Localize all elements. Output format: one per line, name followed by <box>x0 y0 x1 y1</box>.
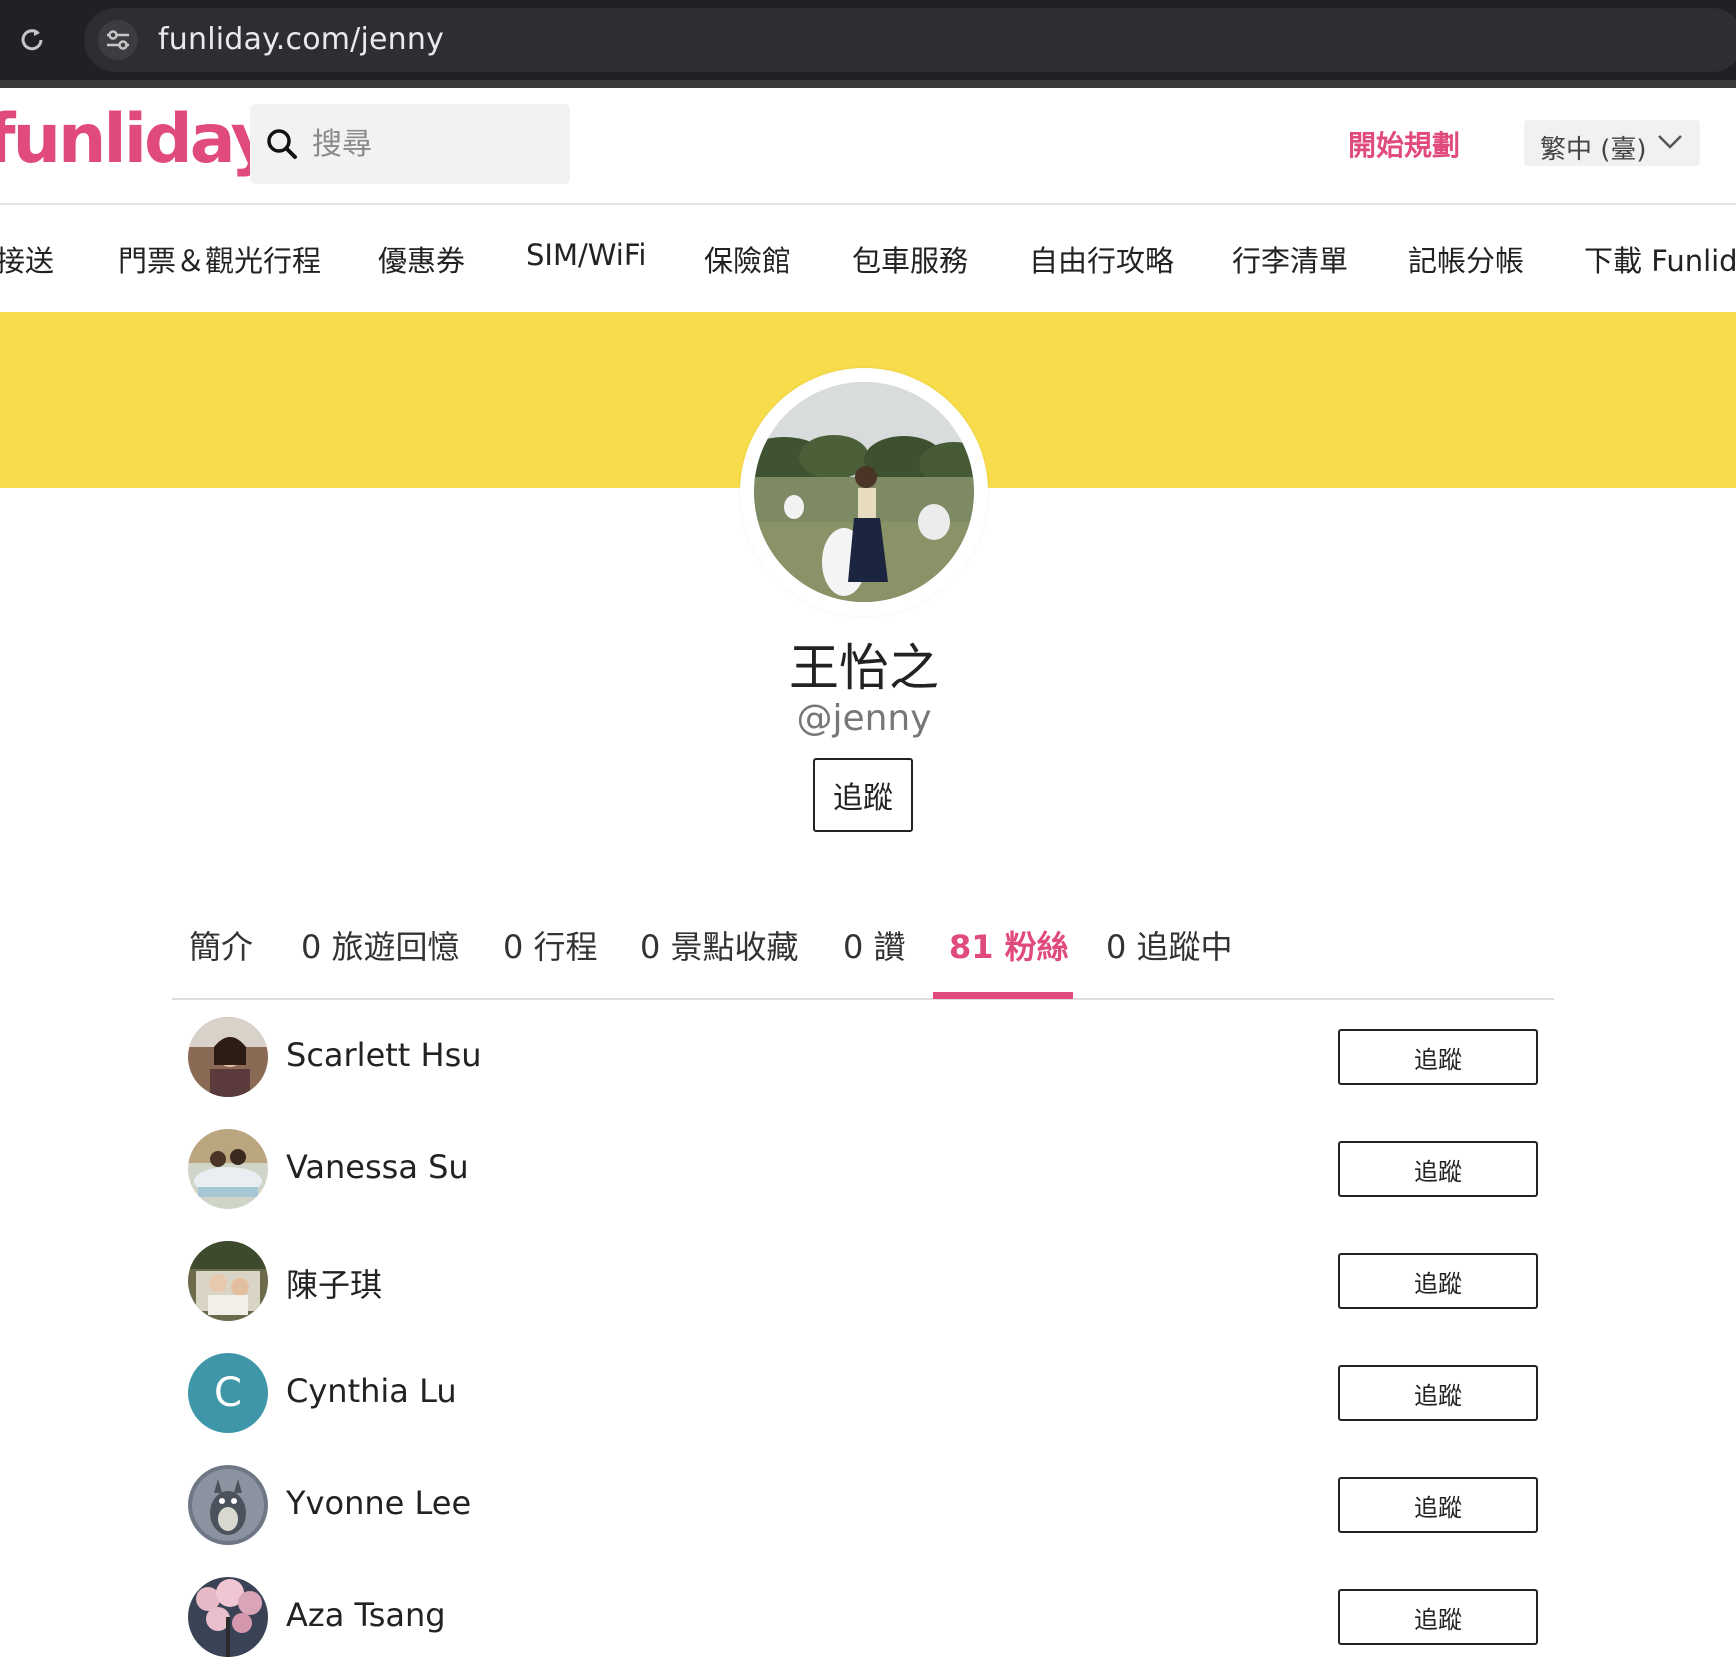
search-box[interactable] <box>250 104 570 184</box>
follower-name[interactable]: 陳子琪 <box>286 1260 382 1306</box>
follow-button[interactable]: 追蹤 <box>1338 1253 1538 1309</box>
tab-following[interactable]: 0 追蹤中 <box>1106 922 1233 968</box>
chevron-down-icon <box>1658 135 1682 149</box>
follow-button[interactable]: 追蹤 <box>813 758 913 832</box>
site-header: funliday 開始規劃 繁中 (臺) <box>0 88 1736 205</box>
browser-toolbar: funliday.com/jenny <box>0 0 1736 88</box>
follow-button[interactable]: 追蹤 <box>1338 1477 1538 1533</box>
follower-avatar[interactable] <box>188 1129 268 1209</box>
follower-avatar[interactable] <box>188 1017 268 1097</box>
nav-item-packing-list[interactable]: 行李清單 <box>1232 238 1348 280</box>
follower-avatar[interactable]: C <box>188 1353 268 1433</box>
follower-row: Scarlett Hsu 追蹤 <box>188 1012 1538 1102</box>
category-nav: 接送 門票＆觀光行程 優惠券 SIM/WiFi 保險館 包車服務 自由行攻略 行… <box>0 206 1736 312</box>
nav-item-insurance[interactable]: 保險館 <box>704 238 791 280</box>
funliday-logo[interactable]: funliday <box>0 100 275 179</box>
nav-item-sim-wifi[interactable]: SIM/WiFi <box>526 238 646 272</box>
follow-button[interactable]: 追蹤 <box>1338 1365 1538 1421</box>
follower-row: Aza Tsang 追蹤 <box>188 1572 1538 1662</box>
nav-item-coupons[interactable]: 優惠券 <box>378 238 465 280</box>
follower-row: Vanessa Su 追蹤 <box>188 1124 1538 1214</box>
nav-item-tickets-tours[interactable]: 門票＆觀光行程 <box>118 238 321 280</box>
language-select[interactable]: 繁中 (臺) <box>1524 120 1700 166</box>
reload-icon[interactable] <box>14 20 50 60</box>
active-tab-indicator <box>933 992 1073 999</box>
follower-name[interactable]: Cynthia Lu <box>286 1372 457 1410</box>
follower-name[interactable]: Aza Tsang <box>286 1596 446 1634</box>
profile-avatar <box>754 382 974 602</box>
tab-saved-spots[interactable]: 0 景點收藏 <box>640 922 799 968</box>
follower-avatar[interactable] <box>188 1241 268 1321</box>
address-bar[interactable]: funliday.com/jenny <box>84 8 1736 72</box>
follower-row: Yvonne Lee 追蹤 <box>188 1460 1538 1550</box>
nav-item-download-app[interactable]: 下載 Funlida <box>1584 238 1736 280</box>
nav-item-expense-split[interactable]: 記帳分帳 <box>1408 238 1524 280</box>
tab-likes[interactable]: 0 讚 <box>843 922 906 968</box>
search-icon <box>264 126 300 162</box>
follower-name[interactable]: Scarlett Hsu <box>286 1036 482 1074</box>
follower-row: 陳子琪 追蹤 <box>188 1236 1538 1326</box>
nav-item-transfer[interactable]: 接送 <box>0 238 54 280</box>
search-input[interactable] <box>312 120 552 168</box>
follower-row: C Cynthia Lu 追蹤 <box>188 1348 1538 1438</box>
nav-item-travel-guides[interactable]: 自由行攻略 <box>1029 238 1174 280</box>
start-planning-link[interactable]: 開始規劃 <box>1348 124 1460 164</box>
follow-button[interactable]: 追蹤 <box>1338 1029 1538 1085</box>
toolbar-divider <box>0 80 1736 88</box>
url-text[interactable]: funliday.com/jenny <box>158 22 444 57</box>
follower-avatar[interactable] <box>188 1577 268 1657</box>
follower-name[interactable]: Vanessa Su <box>286 1148 469 1186</box>
profile-name: 王怡之 <box>789 639 939 697</box>
language-label: 繁中 (臺) <box>1540 135 1647 165</box>
profile-handle: @jenny <box>796 698 932 739</box>
tab-followers[interactable]: 81 粉絲 <box>949 922 1069 968</box>
profile-tabs: 簡介 0 旅遊回憶 0 行程 0 景點收藏 0 讚 81 粉絲 0 追蹤中 <box>172 900 1554 1000</box>
follow-button[interactable]: 追蹤 <box>1338 1141 1538 1197</box>
nav-item-charter[interactable]: 包車服務 <box>852 238 968 280</box>
logo-text: unliday <box>12 100 275 179</box>
follower-avatar[interactable] <box>188 1465 268 1545</box>
follower-name[interactable]: Yvonne Lee <box>286 1484 471 1522</box>
tab-trips[interactable]: 0 行程 <box>503 922 598 968</box>
site-info-icon[interactable] <box>98 20 138 60</box>
follow-button[interactable]: 追蹤 <box>1338 1589 1538 1645</box>
logo-letter-f: f <box>0 100 16 179</box>
tab-travel-memories[interactable]: 0 旅遊回憶 <box>301 922 460 968</box>
tab-intro[interactable]: 簡介 <box>189 922 253 968</box>
